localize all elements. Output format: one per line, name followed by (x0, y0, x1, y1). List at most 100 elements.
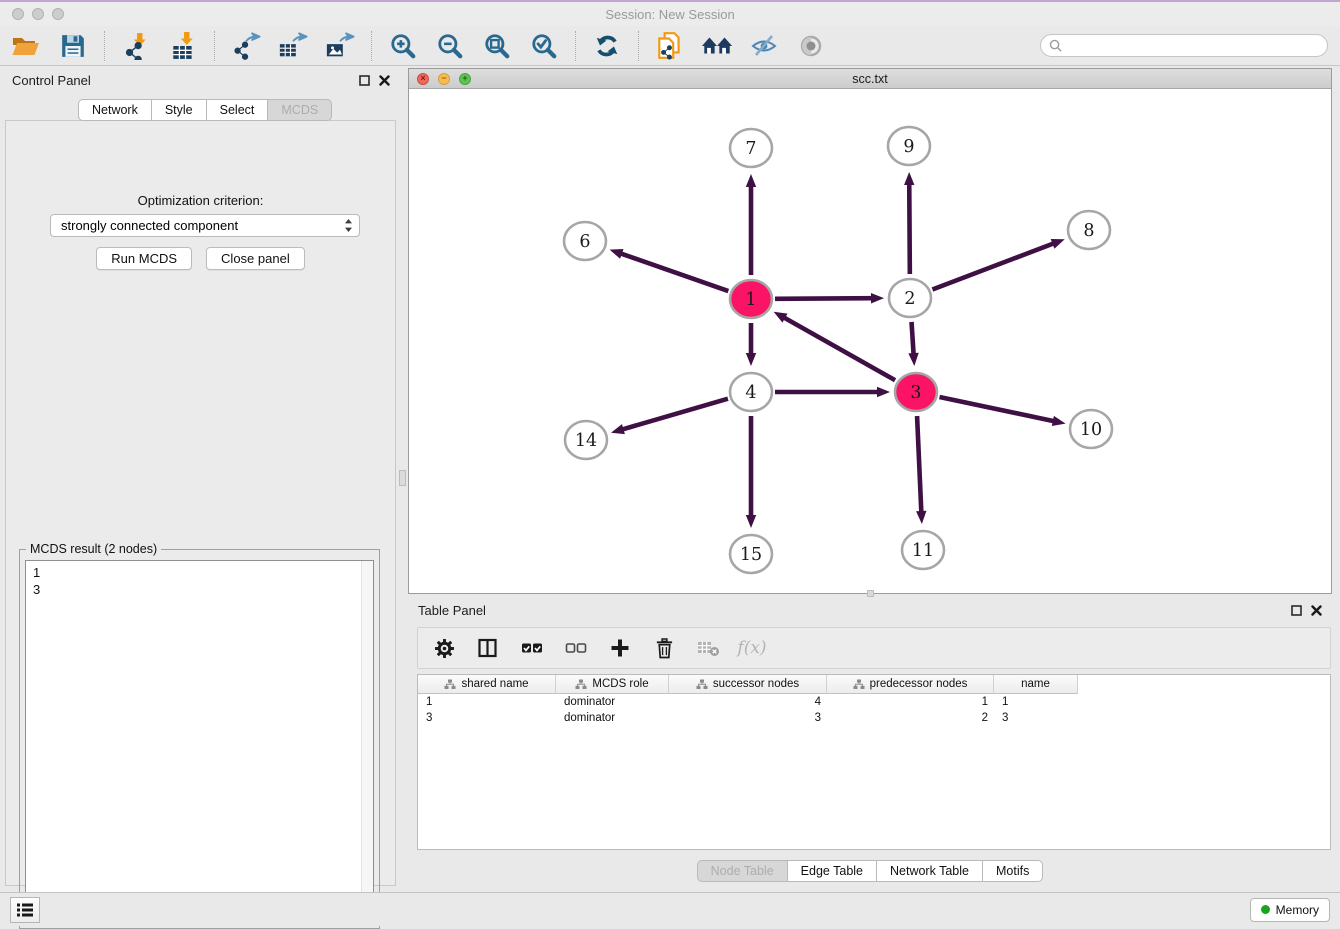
network-window-title: scc.txt (409, 72, 1331, 86)
titlebar: Session: New Session (0, 2, 1340, 26)
close-table-panel-icon[interactable] (1311, 605, 1322, 616)
zoom-out-button[interactable] (434, 30, 466, 62)
cell-predecessor-nodes[interactable]: 2 (827, 712, 994, 724)
canvas-resize-grip[interactable] (867, 590, 874, 597)
deselect-all-button[interactable] (564, 636, 588, 660)
table-tab-motifs[interactable]: Motifs (983, 860, 1043, 882)
table-body: 1dominator4113dominator323 (418, 694, 1330, 726)
node-table: shared nameMCDS rolesuccessor nodesprede… (417, 674, 1331, 850)
table-row[interactable]: 1dominator411 (418, 694, 1330, 710)
memory-button[interactable]: Memory (1250, 898, 1330, 922)
zoom-selected-button[interactable] (528, 30, 560, 62)
zoom-in-button[interactable] (387, 30, 419, 62)
select-all-button[interactable] (520, 636, 544, 660)
edge-arrowhead (904, 172, 914, 185)
add-column-button[interactable] (608, 636, 632, 660)
edge-arrowhead (746, 174, 756, 187)
mcds-result-line: 1 (33, 564, 366, 581)
edge-1-6[interactable] (620, 253, 728, 291)
show-columns-button[interactable] (476, 636, 500, 660)
run-mcds-button[interactable]: Run MCDS (96, 247, 192, 270)
import-table-button[interactable] (167, 30, 199, 62)
table-tab-edge-table[interactable]: Edge Table (788, 860, 877, 882)
panel-splitter-handle[interactable] (399, 470, 406, 486)
edge-3-11[interactable] (917, 416, 921, 513)
close-panel-button[interactable]: Close panel (206, 247, 305, 270)
graph-node-label: 3 (910, 383, 921, 403)
edge-3-1[interactable] (783, 317, 895, 380)
network-zoom-button[interactable]: + (459, 73, 471, 85)
control-panel-tabs: NetworkStyleSelectMCDS (78, 99, 332, 121)
graph-node-label: 4 (745, 383, 756, 403)
close-panel-icon[interactable] (379, 75, 390, 86)
tab-style[interactable]: Style (152, 99, 207, 121)
hide-eye-button[interactable] (748, 30, 780, 62)
mcds-result-line: 3 (33, 581, 366, 598)
task-history-button[interactable] (10, 897, 40, 923)
function-fx-icon: f(x) (737, 638, 766, 658)
export-image-button[interactable] (324, 30, 356, 62)
open-session-button[interactable] (10, 30, 42, 62)
cell-shared-name[interactable]: 1 (418, 696, 556, 708)
search-input[interactable] (1067, 39, 1319, 53)
column-header-shared-name[interactable]: shared name (418, 675, 556, 694)
edge-4-14[interactable] (622, 399, 728, 430)
table-toolbar: f(x) (417, 627, 1331, 669)
cell-MCDS-role[interactable]: dominator (556, 712, 669, 724)
tab-network[interactable]: Network (78, 99, 152, 121)
cell-predecessor-nodes[interactable]: 1 (827, 696, 994, 708)
refresh-button[interactable] (591, 30, 623, 62)
result-scrollbar[interactable] (361, 561, 373, 922)
save-session-button[interactable] (57, 30, 89, 62)
edge-2-9[interactable] (909, 183, 910, 274)
toolbar-separator (104, 31, 105, 61)
edge-2-3[interactable] (912, 322, 914, 355)
cell-successor-nodes[interactable]: 4 (669, 696, 827, 708)
table-settings-gear-button[interactable] (432, 636, 456, 660)
search-box[interactable] (1040, 34, 1328, 57)
add-column-icon (610, 638, 630, 658)
edge-2-8[interactable] (932, 243, 1054, 289)
import-network-button[interactable] (120, 30, 152, 62)
column-header-successor-nodes[interactable]: successor nodes (669, 675, 827, 694)
table-row[interactable]: 3dominator323 (418, 710, 1330, 726)
mcds-result-group: MCDS result (2 nodes) 13 (19, 549, 380, 929)
toolbar-separator (638, 31, 639, 61)
cell-name[interactable]: 3 (994, 712, 1078, 724)
cell-MCDS-role[interactable]: dominator (556, 696, 669, 708)
network-view-window: × − + scc.txt 7968124314101511 (408, 68, 1332, 594)
tab-mcds[interactable]: MCDS (268, 99, 332, 121)
cell-shared-name[interactable]: 3 (418, 712, 556, 724)
edge-3-10[interactable] (939, 397, 1054, 421)
export-table-button[interactable] (277, 30, 309, 62)
table-tab-node-table[interactable]: Node Table (697, 860, 788, 882)
network-minimize-button[interactable]: − (438, 73, 450, 85)
dropdown-stepper-icon (344, 218, 353, 233)
column-header-name[interactable]: name (994, 675, 1078, 694)
cell-name[interactable]: 1 (994, 696, 1078, 708)
edge-1-2[interactable] (775, 298, 873, 299)
network-canvas[interactable]: 7968124314101511 (409, 89, 1331, 593)
edge-arrowhead (916, 511, 926, 524)
tab-select[interactable]: Select (207, 99, 269, 121)
table-tab-network-table[interactable]: Network Table (877, 860, 983, 882)
zoom-out-icon (436, 32, 464, 60)
home-button[interactable] (701, 30, 733, 62)
export-network-button[interactable] (230, 30, 262, 62)
clone-network-button[interactable] (654, 30, 686, 62)
float-panel-icon[interactable] (359, 75, 370, 86)
column-header-predecessor-nodes[interactable]: predecessor nodes (827, 675, 994, 694)
column-tree-icon (444, 679, 456, 690)
graph-node-label: 14 (575, 431, 597, 451)
network-close-button[interactable]: × (417, 73, 429, 85)
column-label: name (1021, 678, 1050, 690)
delete-column-button[interactable] (652, 636, 676, 660)
float-table-panel-icon[interactable] (1291, 605, 1302, 616)
cell-successor-nodes[interactable]: 3 (669, 712, 827, 724)
function-fx-button: f(x) (740, 636, 764, 660)
column-header-MCDS-role[interactable]: MCDS role (556, 675, 669, 694)
zoom-fit-button[interactable] (481, 30, 513, 62)
list-icon (16, 902, 34, 918)
mcds-result-textarea[interactable]: 13 (25, 560, 374, 923)
criterion-dropdown[interactable]: strongly connected component (50, 214, 360, 237)
